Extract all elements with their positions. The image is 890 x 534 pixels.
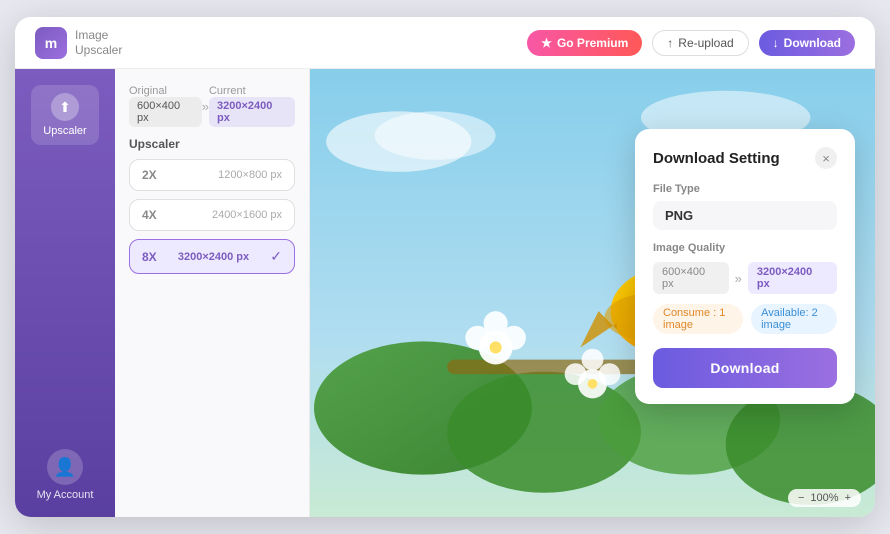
upscale-option-4x[interactable]: 4X 2400×1600 px	[129, 199, 295, 231]
upscale-size-8x: 3200×2400 px	[178, 251, 249, 263]
available-badge: Available: 2 image	[751, 304, 837, 334]
upscale-multiplier-2x: 2X	[142, 168, 157, 182]
go-premium-button[interactable]: ★ Go Premium	[527, 30, 642, 56]
check-icon: ✓	[270, 248, 282, 265]
quality-to: 3200×2400 px	[748, 262, 837, 294]
sidebar: ⬆ Upscaler 👤 My Account	[15, 69, 115, 517]
upload-icon: ↑	[667, 36, 673, 50]
upscale-size-4x: 2400×1600 px	[212, 209, 282, 221]
current-size-badge: 3200×2400 px	[209, 97, 295, 127]
original-section: Original 600×400 px	[129, 85, 202, 127]
download-icon: ↓	[773, 36, 779, 50]
upscale-multiplier-4x: 4X	[142, 208, 157, 222]
download-modal-button[interactable]: Download	[653, 348, 837, 388]
account-avatar[interactable]: 👤	[47, 449, 83, 485]
sidebar-bottom: 👤 My Account	[37, 449, 94, 501]
zoom-level: 100%	[810, 492, 838, 504]
file-type-label: File Type	[653, 183, 837, 195]
original-size-badge: 600×400 px	[129, 97, 202, 127]
modal-title: Download Setting	[653, 150, 780, 167]
main-area: ⬆ Upscaler 👤 My Account Original 600×400…	[15, 69, 875, 517]
modal-header: Download Setting ×	[653, 147, 837, 169]
consume-badge: Consume : 1 image	[653, 304, 743, 334]
download-modal: Download Setting × File Type PNG Image Q…	[635, 129, 855, 404]
consume-row: Consume : 1 image Available: 2 image	[653, 304, 837, 334]
app-logo-icon: m	[35, 27, 67, 59]
current-section: Current 3200×2400 px	[209, 85, 295, 127]
zoom-bar: − 100% +	[788, 489, 861, 507]
account-label: My Account	[37, 489, 94, 501]
current-label: Current	[209, 85, 295, 97]
left-panel: Original 600×400 px » Current 3200×2400 …	[115, 69, 310, 517]
quality-row: 600×400 px » 3200×2400 px	[653, 262, 837, 294]
sidebar-item-label: Upscaler	[43, 125, 86, 137]
image-area: − 100% + Download Setting × File Type PN…	[310, 69, 875, 517]
app-logo-text: Image Upscaler	[75, 28, 122, 57]
upscaler-icon: ⬆	[51, 93, 79, 121]
modal-close-button[interactable]: ×	[815, 147, 837, 169]
file-type-value: PNG	[653, 201, 837, 230]
image-quality-label: Image Quality	[653, 242, 837, 254]
top-bar-actions: ★ Go Premium ↑ Re-upload ↓ Download	[527, 30, 855, 56]
upscale-multiplier-8x: 8X	[142, 250, 157, 264]
download-top-button[interactable]: ↓ Download	[759, 30, 855, 56]
quality-arrow-icon: »	[735, 271, 742, 286]
zoom-in-icon[interactable]: +	[845, 492, 851, 504]
original-label: Original	[129, 85, 202, 97]
star-icon: ★	[541, 36, 552, 50]
top-bar: m Image Upscaler ★ Go Premium ↑ Re-uploa…	[15, 17, 875, 69]
size-header: Original 600×400 px » Current 3200×2400 …	[129, 85, 295, 127]
upscaler-section-label: Upscaler	[129, 137, 295, 151]
sidebar-item-upscaler[interactable]: ⬆ Upscaler	[31, 85, 98, 145]
upscale-option-2x[interactable]: 2X 1200×800 px	[129, 159, 295, 191]
re-upload-button[interactable]: ↑ Re-upload	[652, 30, 748, 56]
size-arrow-icon: »	[202, 99, 209, 114]
logo-area: m Image Upscaler	[35, 27, 122, 59]
upscale-size-2x: 1200×800 px	[218, 169, 282, 181]
zoom-out-icon[interactable]: −	[798, 492, 804, 504]
upscale-option-8x[interactable]: 8X 3200×2400 px ✓	[129, 239, 295, 274]
quality-from: 600×400 px	[653, 262, 729, 294]
app-window: m Image Upscaler ★ Go Premium ↑ Re-uploa…	[15, 17, 875, 517]
